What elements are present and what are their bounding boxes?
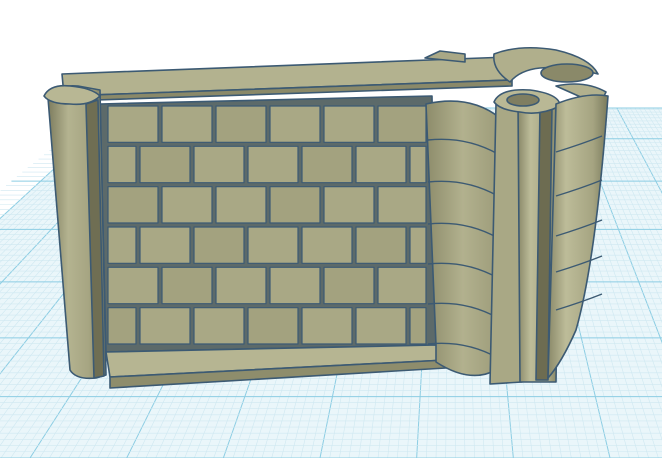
brick	[139, 145, 191, 184]
brick	[139, 307, 191, 345]
brick	[323, 105, 375, 143]
brick	[409, 307, 427, 345]
brick	[247, 307, 299, 345]
brick	[377, 266, 427, 305]
brick	[355, 307, 407, 345]
brick	[107, 105, 159, 143]
brick	[409, 226, 427, 264]
brick	[269, 266, 321, 305]
brick	[107, 266, 159, 305]
wall-model[interactable]	[43, 46, 609, 389]
brick	[193, 226, 245, 264]
brick	[215, 186, 267, 224]
brick	[161, 105, 213, 143]
brick	[215, 266, 267, 305]
3d-viewport[interactable]	[0, 0, 662, 458]
brick	[107, 145, 137, 184]
brick	[247, 145, 299, 184]
brick	[301, 307, 353, 345]
brick	[377, 105, 427, 143]
brick	[193, 307, 245, 345]
right-post-socket	[506, 93, 540, 107]
brick	[355, 226, 407, 264]
top-crescent-hole	[540, 63, 594, 83]
brick	[193, 145, 245, 184]
brick	[215, 105, 267, 143]
brick	[323, 186, 375, 224]
brick	[107, 307, 137, 345]
workplane-scene[interactable]	[0, 0, 662, 458]
brick	[161, 266, 213, 305]
curved-wall	[425, 100, 501, 377]
brick	[269, 105, 321, 143]
brick	[409, 145, 427, 184]
brick	[355, 145, 407, 184]
brick	[139, 226, 191, 264]
brick	[107, 226, 137, 264]
brick	[247, 226, 299, 264]
brick	[269, 186, 321, 224]
brick	[301, 226, 353, 264]
brick	[107, 186, 159, 224]
brick	[377, 186, 427, 224]
brick	[301, 145, 353, 184]
brick	[323, 266, 375, 305]
brick	[161, 186, 213, 224]
